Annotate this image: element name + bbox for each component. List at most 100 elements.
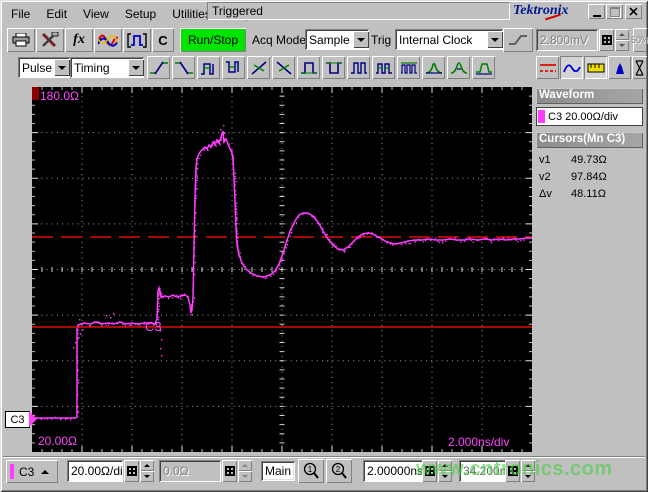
vertical-bottom-scale-label: 20.00Ω bbox=[38, 434, 77, 448]
formula-button[interactable]: fx bbox=[65, 28, 93, 52]
run-stop-button[interactable]: Run/Stop bbox=[180, 28, 246, 52]
cursor-v2-name: v2 bbox=[539, 170, 551, 183]
keypad-icon bbox=[507, 466, 518, 476]
spinner-down-button[interactable] bbox=[238, 471, 252, 482]
measurement-toolbar: Pulse Timing bbox=[3, 54, 647, 82]
zoom1-button[interactable]: 1 bbox=[298, 459, 324, 483]
chevron-down-icon[interactable] bbox=[487, 31, 503, 48]
keypad-icon bbox=[601, 35, 612, 45]
spinner-up-button[interactable] bbox=[438, 460, 452, 471]
burst-button[interactable] bbox=[347, 56, 370, 79]
magnifier-icon: 1 bbox=[303, 462, 319, 479]
trig-source-value: Internal Clock bbox=[399, 32, 473, 47]
channel-marker-arrow-icon bbox=[29, 411, 37, 427]
horizontal-position-field[interactable]: 34.200n bbox=[459, 460, 507, 482]
rise-time-button[interactable] bbox=[147, 56, 170, 79]
clear-button[interactable]: C bbox=[152, 28, 174, 52]
pos-pulse-button[interactable] bbox=[297, 56, 320, 79]
keypad-button[interactable] bbox=[505, 460, 520, 482]
channel-marker[interactable]: C3 bbox=[5, 411, 30, 428]
trace-label[interactable]: C3 bbox=[145, 319, 162, 334]
spinner-down-button[interactable] bbox=[438, 471, 452, 482]
channel-select-button[interactable]: C3 bbox=[6, 460, 58, 483]
maximize-button[interactable] bbox=[606, 4, 623, 19]
cursor-row-dv: Δv 48.11Ω bbox=[536, 185, 643, 202]
trig-label: Trig bbox=[371, 33, 392, 47]
menu-view[interactable]: View bbox=[75, 5, 117, 23]
fall-time-button[interactable] bbox=[172, 56, 195, 79]
timebase-scale-field[interactable]: 2.00000ns bbox=[363, 460, 424, 482]
neg-width-button[interactable] bbox=[222, 56, 245, 79]
acq-mode-label: Acq Mode bbox=[252, 33, 307, 47]
rise-slew-button[interactable] bbox=[247, 56, 270, 79]
menu-setup[interactable]: Setup bbox=[117, 5, 164, 23]
neg-area-button[interactable] bbox=[447, 56, 470, 79]
chevron-down-icon[interactable] bbox=[128, 59, 144, 76]
pulse-math-button[interactable] bbox=[123, 28, 151, 52]
neg-pulse-button[interactable] bbox=[322, 56, 345, 79]
timebase-label: 2.000ns/div bbox=[448, 435, 510, 449]
fall-slew-button[interactable] bbox=[272, 56, 295, 79]
pos-area-button[interactable] bbox=[422, 56, 445, 79]
trace-position-marker bbox=[32, 87, 39, 100]
maximize-icon bbox=[609, 6, 620, 17]
tools-button[interactable] bbox=[36, 28, 64, 52]
trig-source-select[interactable]: Internal Clock bbox=[395, 29, 503, 50]
chevron-down-icon[interactable] bbox=[54, 59, 70, 76]
keypad-button[interactable] bbox=[422, 460, 437, 482]
tektronix-logo: Tektronix bbox=[513, 3, 569, 18]
acq-mode-select[interactable]: Sample bbox=[305, 29, 369, 50]
cursor-row-v1: v1 49.73Ω bbox=[536, 151, 643, 168]
set-fifty-percent-button: 50% bbox=[631, 28, 648, 52]
pos-pulse-icon bbox=[300, 61, 317, 74]
rise-time-icon bbox=[149, 61, 168, 74]
meas-group-select[interactable]: Timing bbox=[70, 57, 144, 78]
ruler-button[interactable] bbox=[584, 56, 607, 79]
spinner-up-button[interactable] bbox=[521, 460, 535, 471]
horizontal-position-spinner bbox=[521, 460, 535, 482]
vertical-scale-field[interactable]: 20.00Ω/di bbox=[67, 460, 123, 482]
spinner-down-button[interactable] bbox=[521, 471, 535, 482]
graticule-plot[interactable] bbox=[32, 87, 532, 452]
readout-panel: Waveform C3 20.00Ω/div Cursors(Mn C3) v1… bbox=[536, 88, 643, 202]
horizontal-control-bar: C3 20.00Ω/di 0.0Ω Main 1 2 2.00000ns 34.… bbox=[3, 456, 645, 486]
waveform-db-button[interactable] bbox=[94, 28, 122, 52]
spinner-up-button[interactable] bbox=[615, 29, 629, 40]
pulse-pair-button[interactable] bbox=[372, 56, 395, 79]
fit-waveform-button[interactable] bbox=[560, 56, 583, 79]
channel-color-stripe bbox=[10, 464, 14, 479]
cursors-button[interactable] bbox=[536, 56, 559, 79]
top-level-button[interactable] bbox=[472, 56, 495, 79]
trig-slope-button[interactable] bbox=[503, 28, 533, 52]
pos-width-button[interactable] bbox=[197, 56, 220, 79]
collapse-panel-button[interactable] bbox=[632, 56, 647, 79]
spinner-up-button[interactable] bbox=[140, 460, 154, 471]
trig-level-keypad-button[interactable] bbox=[599, 29, 614, 51]
minimize-button[interactable] bbox=[588, 4, 605, 19]
horizontal-position-value: 34.200n bbox=[459, 460, 507, 482]
timebase-view-box: Main bbox=[261, 461, 295, 481]
chevron-down-icon[interactable] bbox=[353, 31, 369, 48]
menu-edit[interactable]: Edit bbox=[38, 5, 75, 23]
waveform-entry[interactable]: C3 20.00Ω/div bbox=[536, 107, 643, 126]
print-button[interactable] bbox=[7, 28, 35, 52]
trig-level-value: 2.800mV bbox=[536, 29, 598, 51]
meas-class-select[interactable]: Pulse bbox=[18, 57, 70, 78]
keypad-button[interactable] bbox=[124, 460, 139, 482]
neg-pulse-icon bbox=[325, 61, 342, 74]
burst-icon bbox=[350, 61, 367, 74]
spinner-up-button[interactable] bbox=[238, 460, 252, 471]
close-button[interactable] bbox=[625, 4, 642, 19]
histogram-button[interactable] bbox=[608, 56, 631, 79]
spinner-down-button[interactable] bbox=[615, 40, 629, 51]
cursor-v1-name: v1 bbox=[539, 153, 551, 166]
menu-file[interactable]: File bbox=[3, 5, 38, 23]
spinner-down-button[interactable] bbox=[140, 471, 154, 482]
timebase-scale-spinner bbox=[438, 460, 452, 482]
keypad-button[interactable] bbox=[222, 460, 237, 482]
multi-pulse-button[interactable] bbox=[397, 56, 420, 79]
zoom2-button[interactable]: 2 bbox=[326, 459, 352, 483]
vertical-scale-value: 20.00Ω/di bbox=[67, 460, 123, 482]
acq-mode-value: Sample bbox=[309, 32, 350, 47]
vertical-offset-spinner bbox=[238, 460, 252, 482]
